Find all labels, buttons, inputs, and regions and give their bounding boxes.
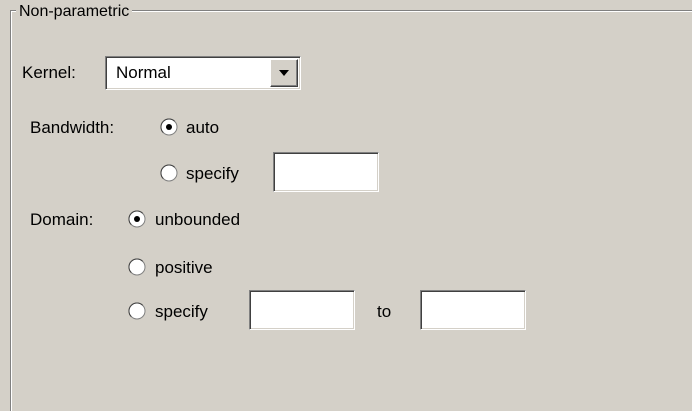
domain-unbounded-radio[interactable] — [128, 210, 146, 228]
bandwidth-specify-radio[interactable] — [160, 164, 178, 182]
radio-selected-icon — [160, 118, 178, 136]
domain-positive-label: positive — [155, 258, 213, 277]
bandwidth-label: Bandwidth: — [30, 118, 115, 137]
group-title: Non-parametric — [16, 2, 133, 22]
chevron-down-icon — [279, 70, 289, 76]
radio-unselected-icon — [160, 164, 178, 182]
bandwidth-specify-label: specify — [186, 164, 239, 183]
kernel-label: Kernel: — [22, 63, 76, 82]
radio-selected-icon — [128, 210, 146, 228]
radio-unselected-icon — [128, 258, 146, 276]
domain-positive-radio[interactable] — [128, 258, 146, 276]
domain-unbounded-label: unbounded — [155, 210, 241, 229]
domain-to-label: to — [377, 302, 392, 321]
bandwidth-auto-label: auto — [186, 118, 220, 137]
kernel-select-value: Normal — [116, 63, 171, 82]
domain-from-field[interactable] — [249, 290, 355, 330]
radio-unselected-icon — [128, 302, 146, 320]
domain-specify-radio[interactable] — [128, 302, 146, 320]
bandwidth-auto-radio[interactable] — [160, 118, 178, 136]
domain-label: Domain: — [30, 210, 94, 229]
domain-specify-label: specify — [155, 302, 208, 321]
kernel-select[interactable]: Normal — [105, 56, 301, 90]
kernel-dropdown-button[interactable] — [270, 59, 298, 87]
bandwidth-specify-field[interactable] — [273, 152, 379, 192]
domain-to-field[interactable] — [420, 290, 526, 330]
